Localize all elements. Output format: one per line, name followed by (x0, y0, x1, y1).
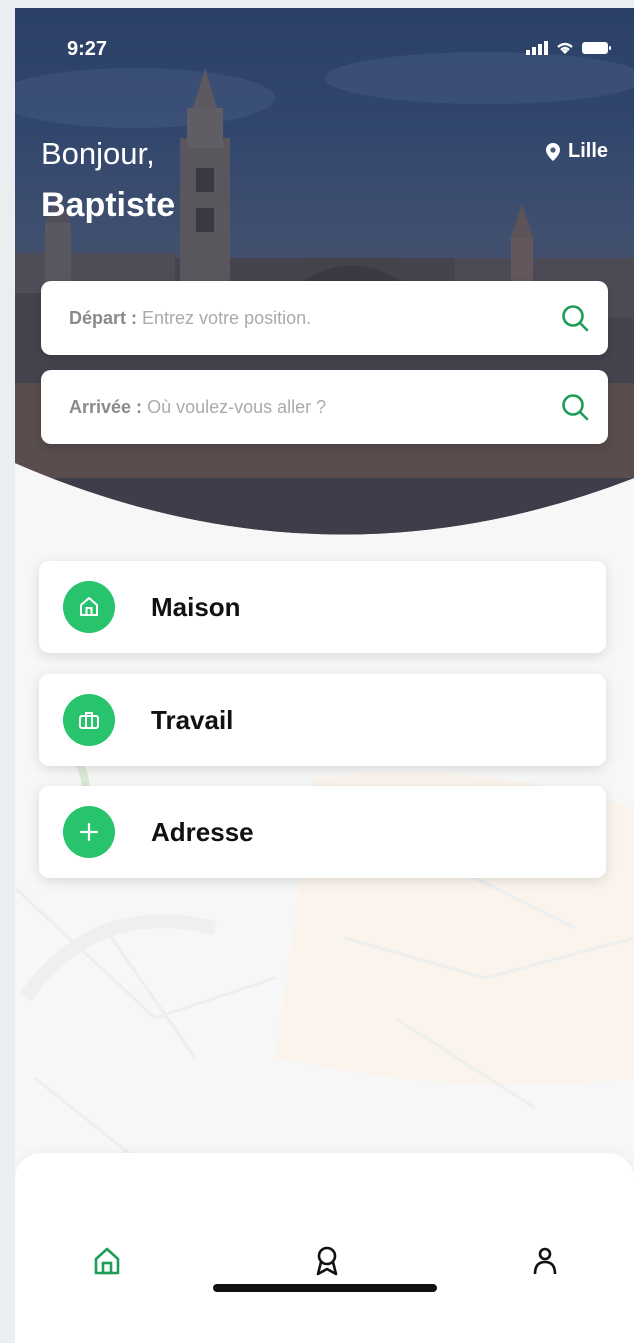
search-icon[interactable] (560, 392, 590, 422)
departure-field[interactable]: Départ : Entrez votre position. (69, 308, 311, 329)
search-icon[interactable] (560, 303, 590, 333)
arrival-field[interactable]: Arrivée : Où voulez-vous aller ? (69, 397, 326, 418)
user-name: Baptiste (41, 186, 176, 224)
home-icon-badge (63, 581, 115, 633)
wifi-icon (557, 42, 573, 54)
arrival-placeholder: Où voulez-vous aller ? (147, 396, 327, 417)
shortcut-home[interactable]: Maison (39, 561, 606, 653)
shortcut-add-address[interactable]: Adresse (39, 786, 606, 878)
city-name: Lille (567, 140, 608, 162)
status-icons (526, 40, 612, 56)
user-icon (533, 1247, 557, 1275)
home-icon (94, 1247, 120, 1275)
departure-label: Départ : (69, 307, 138, 328)
shortcut-label: Travail (151, 704, 234, 735)
status-time: 9:27 (67, 38, 108, 60)
departure-search[interactable]: Départ : Entrez votre position. (41, 281, 608, 355)
tab-profile[interactable] (525, 1241, 565, 1281)
plus-icon (79, 822, 99, 842)
app-screen: 9:27 Bonjour, Baptiste Lille Départ : En… (15, 8, 634, 1343)
location-pin-icon (545, 142, 560, 161)
bottom-tab-bar (15, 1153, 634, 1343)
home-icon (80, 597, 98, 616)
city-selector[interactable]: Lille (545, 140, 608, 163)
award-icon (316, 1246, 338, 1276)
briefcase-icon-badge (63, 694, 115, 746)
arrival-label: Arrivée : (69, 396, 143, 417)
signal-icon (526, 41, 548, 55)
briefcase-icon (79, 712, 99, 729)
plus-icon-badge (63, 806, 115, 858)
battery-icon (582, 42, 611, 54)
shortcut-label: Maison (151, 591, 241, 622)
shortcut-work[interactable]: Travail (39, 674, 606, 766)
arrival-search[interactable]: Arrivée : Où voulez-vous aller ? (41, 370, 608, 444)
shortcut-label: Adresse (151, 816, 254, 847)
tab-rewards[interactable] (307, 1241, 347, 1281)
greeting-text: Bonjour, (41, 136, 155, 171)
home-indicator[interactable] (213, 1284, 437, 1292)
tab-home[interactable] (87, 1241, 127, 1281)
departure-placeholder: Entrez votre position. (142, 307, 312, 328)
